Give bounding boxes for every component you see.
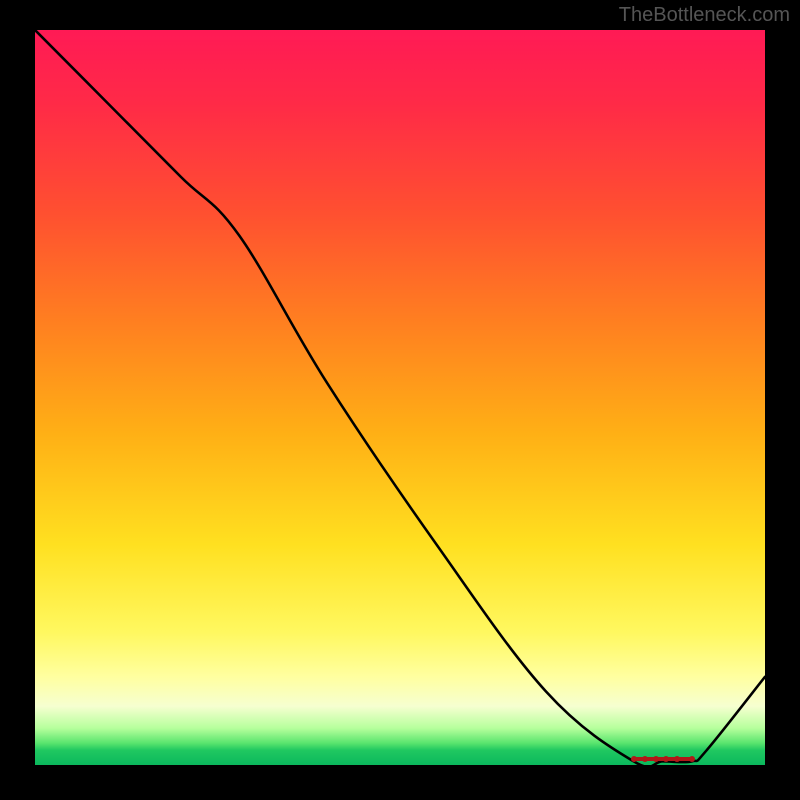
- data-marker: [674, 756, 680, 762]
- plot-area: [35, 30, 765, 765]
- data-marker: [689, 756, 695, 762]
- line-curve: [35, 30, 765, 765]
- data-marker: [663, 756, 669, 762]
- data-marker: [653, 756, 659, 762]
- data-marker: [642, 756, 648, 762]
- watermark-label: TheBottleneck.com: [619, 4, 790, 27]
- chart-container: TheBottleneck.com: [0, 0, 800, 800]
- data-marker: [631, 756, 637, 762]
